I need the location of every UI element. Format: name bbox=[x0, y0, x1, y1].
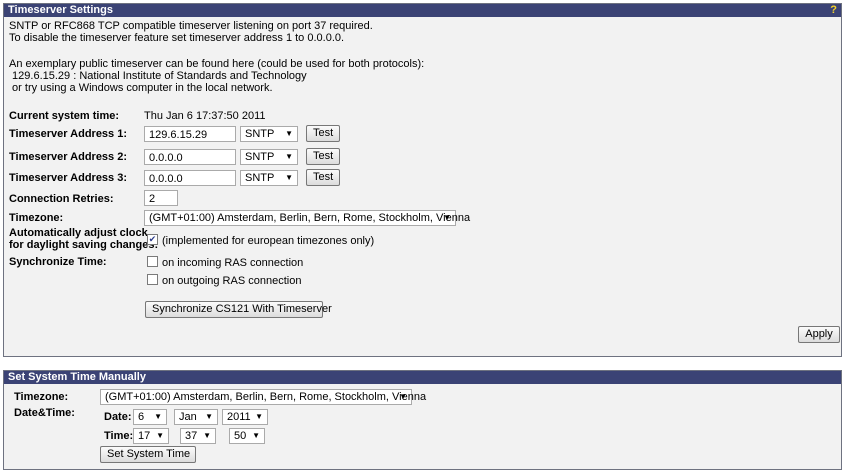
connection-retries-label: Connection Retries: bbox=[9, 193, 114, 205]
dst-text: (implemented for european timezones only… bbox=[162, 235, 375, 247]
set-time-manually-panel: Set System Time Manually Timezone: (GMT+… bbox=[3, 370, 842, 470]
minute-value: 37 bbox=[185, 430, 198, 442]
dst-label-line-2: for daylight saving changes: bbox=[9, 239, 159, 251]
date-label: Date: bbox=[104, 411, 132, 423]
day-value: 6 bbox=[138, 411, 145, 423]
help-icon[interactable]: ? bbox=[830, 4, 837, 17]
timeserver-address-2-label: Timeserver Address 2: bbox=[9, 151, 128, 163]
timeserver-address-3-label: Timeserver Address 3: bbox=[9, 172, 128, 184]
hour-select[interactable]: 17 ▼ bbox=[133, 428, 169, 444]
chevron-down-icon: ▼ bbox=[156, 431, 164, 440]
chevron-down-icon: ▼ bbox=[443, 213, 451, 222]
panel-title: Timeserver Settings bbox=[8, 4, 113, 16]
protocol-value: SNTP bbox=[245, 151, 275, 163]
sync-incoming-text: on incoming RAS connection bbox=[162, 257, 304, 269]
month-value: Jan bbox=[179, 411, 197, 423]
datetime-label: Date&Time: bbox=[14, 407, 75, 419]
chevron-down-icon: ▼ bbox=[285, 173, 293, 182]
second-select[interactable]: 50 ▼ bbox=[229, 428, 265, 444]
connection-retries-input[interactable]: 2 bbox=[144, 190, 178, 206]
chevron-down-icon: ▼ bbox=[154, 412, 162, 421]
checkmark-icon: ✔ bbox=[148, 234, 157, 244]
timezone-label: Timezone: bbox=[9, 212, 64, 224]
timeserver-address-2-input[interactable]: 0.0.0.0 bbox=[144, 149, 236, 165]
timeserver-address-3-protocol-select[interactable]: SNTP ▼ bbox=[240, 170, 298, 186]
dst-checkbox[interactable]: ✔ bbox=[147, 234, 158, 245]
test-address-1-button[interactable]: Test bbox=[306, 125, 340, 142]
month-select[interactable]: Jan ▼ bbox=[174, 409, 218, 425]
day-select[interactable]: 6 ▼ bbox=[133, 409, 167, 425]
chevron-down-icon: ▼ bbox=[255, 412, 263, 421]
chevron-down-icon: ▼ bbox=[399, 392, 407, 401]
hour-value: 17 bbox=[138, 430, 151, 442]
timezone-select[interactable]: (GMT+01:00) Amsterdam, Berlin, Bern, Rom… bbox=[144, 210, 470, 226]
info-line-2: To disable the timeserver feature set ti… bbox=[9, 32, 345, 44]
info-line-5: or try using a Windows computer in the l… bbox=[9, 82, 273, 94]
synchronize-button[interactable]: Synchronize CS121 With Timeserver bbox=[145, 301, 332, 318]
apply-button[interactable]: Apply bbox=[798, 326, 840, 343]
chevron-down-icon: ▼ bbox=[285, 129, 293, 138]
info-line-1: SNTP or RFC868 TCP compatible timeserver… bbox=[9, 20, 373, 32]
current-time-value: Thu Jan 6 17:37:50 2011 bbox=[144, 110, 266, 122]
synchronize-time-label: Synchronize Time: bbox=[9, 256, 107, 268]
chevron-down-icon: ▼ bbox=[205, 412, 213, 421]
chevron-down-icon: ▼ bbox=[252, 431, 260, 440]
sync-outgoing-text: on outgoing RAS connection bbox=[162, 275, 302, 287]
timeserver-settings-panel: Timeserver Settings ? SNTP or RFC868 TCP… bbox=[3, 3, 842, 357]
time-label: Time: bbox=[104, 430, 134, 442]
timeserver-address-3-input[interactable]: 0.0.0.0 bbox=[144, 170, 236, 186]
manual-timezone-label: Timezone: bbox=[14, 391, 69, 403]
protocol-value: SNTP bbox=[245, 172, 275, 184]
timeserver-address-1-label: Timeserver Address 1: bbox=[9, 128, 128, 140]
manual-timezone-select[interactable]: (GMT+01:00) Amsterdam, Berlin, Bern, Rom… bbox=[100, 389, 426, 405]
timezone-value: (GMT+01:00) Amsterdam, Berlin, Bern, Rom… bbox=[149, 212, 471, 224]
sync-incoming-checkbox[interactable] bbox=[147, 256, 158, 267]
set-time-manually-header: Set System Time Manually bbox=[4, 371, 841, 384]
timeserver-address-1-input[interactable]: 129.6.15.29 bbox=[144, 126, 236, 142]
info-line-3: An exemplary public timeserver can be fo… bbox=[9, 58, 425, 70]
timeserver-address-2-protocol-select[interactable]: SNTP ▼ bbox=[240, 149, 298, 165]
sync-outgoing-checkbox[interactable] bbox=[147, 274, 158, 285]
protocol-value: SNTP bbox=[245, 128, 275, 140]
test-address-3-button[interactable]: Test bbox=[306, 169, 340, 186]
test-address-2-button[interactable]: Test bbox=[306, 148, 340, 165]
dst-label-line-1: Automatically adjust clock bbox=[9, 227, 148, 239]
chevron-down-icon: ▼ bbox=[203, 431, 211, 440]
panel-title: Set System Time Manually bbox=[8, 371, 146, 383]
set-system-time-button[interactable]: Set System Time bbox=[100, 446, 196, 463]
info-line-4: 129.6.15.29 : National Institute of Stan… bbox=[9, 70, 307, 82]
chevron-down-icon: ▼ bbox=[285, 152, 293, 161]
current-time-label: Current system time: bbox=[9, 110, 120, 122]
timeserver-address-1-protocol-select[interactable]: SNTP ▼ bbox=[240, 126, 298, 142]
year-select[interactable]: 2011 ▼ bbox=[222, 409, 268, 425]
timezone-value: (GMT+01:00) Amsterdam, Berlin, Bern, Rom… bbox=[105, 391, 427, 403]
timeserver-settings-header: Timeserver Settings ? bbox=[4, 4, 841, 17]
minute-select[interactable]: 37 ▼ bbox=[180, 428, 216, 444]
second-value: 50 bbox=[234, 430, 247, 442]
year-value: 2011 bbox=[227, 411, 251, 423]
